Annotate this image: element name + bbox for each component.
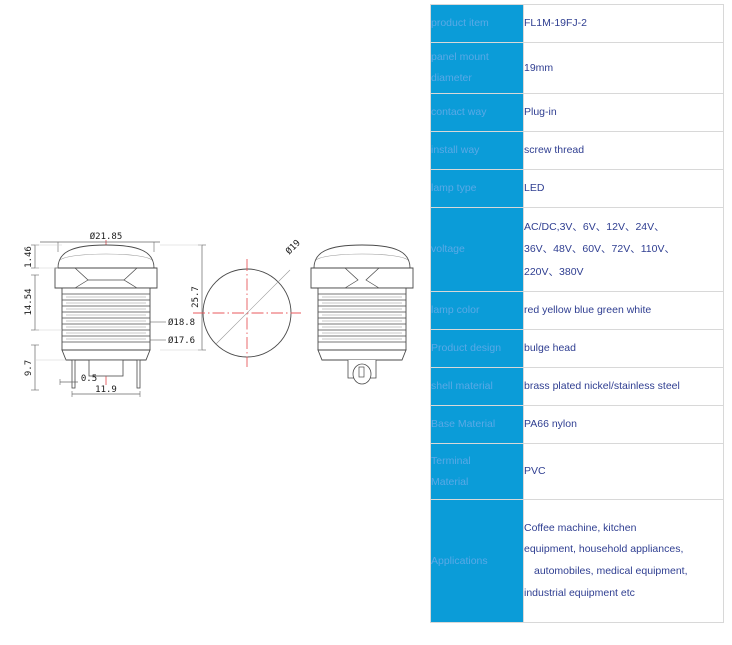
terminal-pin-left [71, 359, 76, 389]
dimension-terminal-thickness: 0.5 [59, 374, 97, 385]
side-elevation-view [310, 244, 414, 385]
row-label-contact-way: contact way [430, 93, 524, 132]
terminal-pin-right [136, 359, 141, 389]
base-plate [61, 349, 151, 361]
dimension-label-head-height: 1.46 [24, 246, 34, 268]
label-line-2: Material [431, 475, 469, 488]
row-value-lamp-color: red yellow blue green white [523, 291, 724, 330]
row-label-voltage: voltage [430, 207, 524, 292]
dimension-label-outer-diameter: Ø21.85 [90, 231, 123, 242]
technical-drawing-panel: Ø21.85 1.46 14.54 9.7 Ø18.8 Ø17.6 25.7 0… [0, 0, 415, 645]
row-value-applications: Coffee machine, kitchen equipment, house… [523, 499, 724, 623]
applications-line-1: Coffee machine, kitchen [524, 521, 637, 534]
row-value-product-item: FL1M-19FJ-2 [523, 4, 724, 43]
row-value-lamp-type: LED [523, 169, 724, 208]
table-row-base-material: Base Material PA66 nylon [430, 405, 724, 444]
row-label-panel-mount-diameter: panel mount diameter [430, 42, 524, 94]
table-row-applications: Applications Coffee machine, kitchen equ… [430, 499, 724, 623]
table-row-lamp-color: lamp color red yellow blue green white [430, 291, 724, 330]
technical-drawing-svg: Ø21.85 1.46 14.54 9.7 Ø18.8 Ø17.6 25.7 0… [24, 231, 414, 397]
table-row-product-design: Product design bulge head [430, 329, 724, 368]
voltage-line-2: 36V、48V、60V、72V、110V、 [524, 243, 675, 256]
applications-line-4: industrial equipment etc [524, 586, 635, 599]
row-value-terminal-material: PVC [523, 443, 724, 500]
label-line-1: Terminal [431, 454, 471, 467]
row-label-terminal-material: Terminal Material [430, 443, 524, 500]
dimension-label-thread-outer-diameter: Ø18.8 [168, 317, 195, 328]
table-row-product-item: product item FL1M-19FJ-2 [430, 4, 724, 43]
dimension-thread-length: 14.54 [24, 274, 39, 331]
hex-collar [54, 267, 158, 289]
row-label-shell-material: shell material [430, 367, 524, 406]
button-head-dome [57, 244, 155, 269]
dimension-thread-diameters: Ø18.8 Ø17.6 [150, 317, 195, 346]
dimension-label-total-height: 25.7 [191, 286, 201, 308]
row-label-base-material: Base Material [430, 405, 524, 444]
applications-line-2: equipment, household appliances, [524, 543, 684, 556]
row-label-lamp-type: lamp type [430, 169, 524, 208]
row-value-voltage: AC/DC,3V、6V、12V、24V、 36V、48V、60V、72V、110… [523, 207, 724, 292]
dimension-label-terminal-thickness: 0.5 [81, 374, 97, 384]
side-hex-collar [310, 267, 414, 289]
table-row-contact-way: contact way Plug-in [430, 93, 724, 132]
table-row-shell-material: shell material brass plated nickel/stain… [430, 367, 724, 406]
voltage-line-3: 220V、380V [524, 265, 584, 278]
side-terminal-slot [358, 366, 365, 378]
row-value-panel-mount-diameter: 19mm [523, 42, 724, 94]
table-row-voltage: voltage AC/DC,3V、6V、12V、24V、 36V、48V、60V… [430, 207, 724, 292]
row-value-shell-material: brass plated nickel/stainless steel [523, 367, 724, 406]
side-base-plate [317, 349, 407, 361]
front-elevation-view: Ø21.85 1.46 14.54 9.7 Ø18.8 Ø17.6 25.7 0… [24, 231, 206, 397]
row-label-install-way: install way [430, 131, 524, 170]
row-label-product-item: product item [430, 4, 524, 43]
dimension-label-thread-inner-diameter: Ø17.6 [168, 335, 195, 346]
dimension-head-height: 1.46 [24, 244, 39, 269]
dimension-label-terminal-span: 11.9 [95, 385, 117, 395]
row-label-applications: Applications [430, 499, 524, 623]
row-value-install-way: screw thread [523, 131, 724, 170]
table-row-lamp-type: lamp type LED [430, 169, 724, 208]
side-head-dome [313, 244, 411, 269]
table-row-panel-mount-diameter: panel mount diameter 19mm [430, 42, 724, 94]
dimension-label-panel-hole-diameter: Ø19 [284, 238, 303, 257]
label-line-1: panel mount [431, 51, 489, 63]
specification-table: product item FL1M-19FJ-2 panel mount dia… [430, 4, 724, 623]
row-value-contact-way: Plug-in [523, 93, 724, 132]
row-label-lamp-color: lamp color [430, 291, 524, 330]
dimension-label-terminal-length: 9.7 [24, 360, 34, 376]
dimension-total-height: 25.7 [160, 244, 206, 351]
voltage-line-1: AC/DC,3V、6V、12V、24V、 [524, 220, 665, 233]
row-value-product-design: bulge head [523, 329, 724, 368]
applications-line-3: automobiles, medical equipment, [534, 565, 688, 577]
top-plan-view: Ø19 [193, 238, 303, 367]
dimension-label-thread-length: 14.54 [24, 288, 34, 315]
row-value-base-material: PA66 nylon [523, 405, 724, 444]
row-label-product-design: Product design [430, 329, 524, 368]
table-row-terminal-material: Terminal Material PVC [430, 443, 724, 500]
dimension-terminal-span: 11.9 [71, 385, 141, 397]
label-line-2: diameter [431, 72, 472, 84]
table-row-install-way: install way screw thread [430, 131, 724, 170]
dimension-terminal-length: 9.7 [24, 344, 39, 391]
